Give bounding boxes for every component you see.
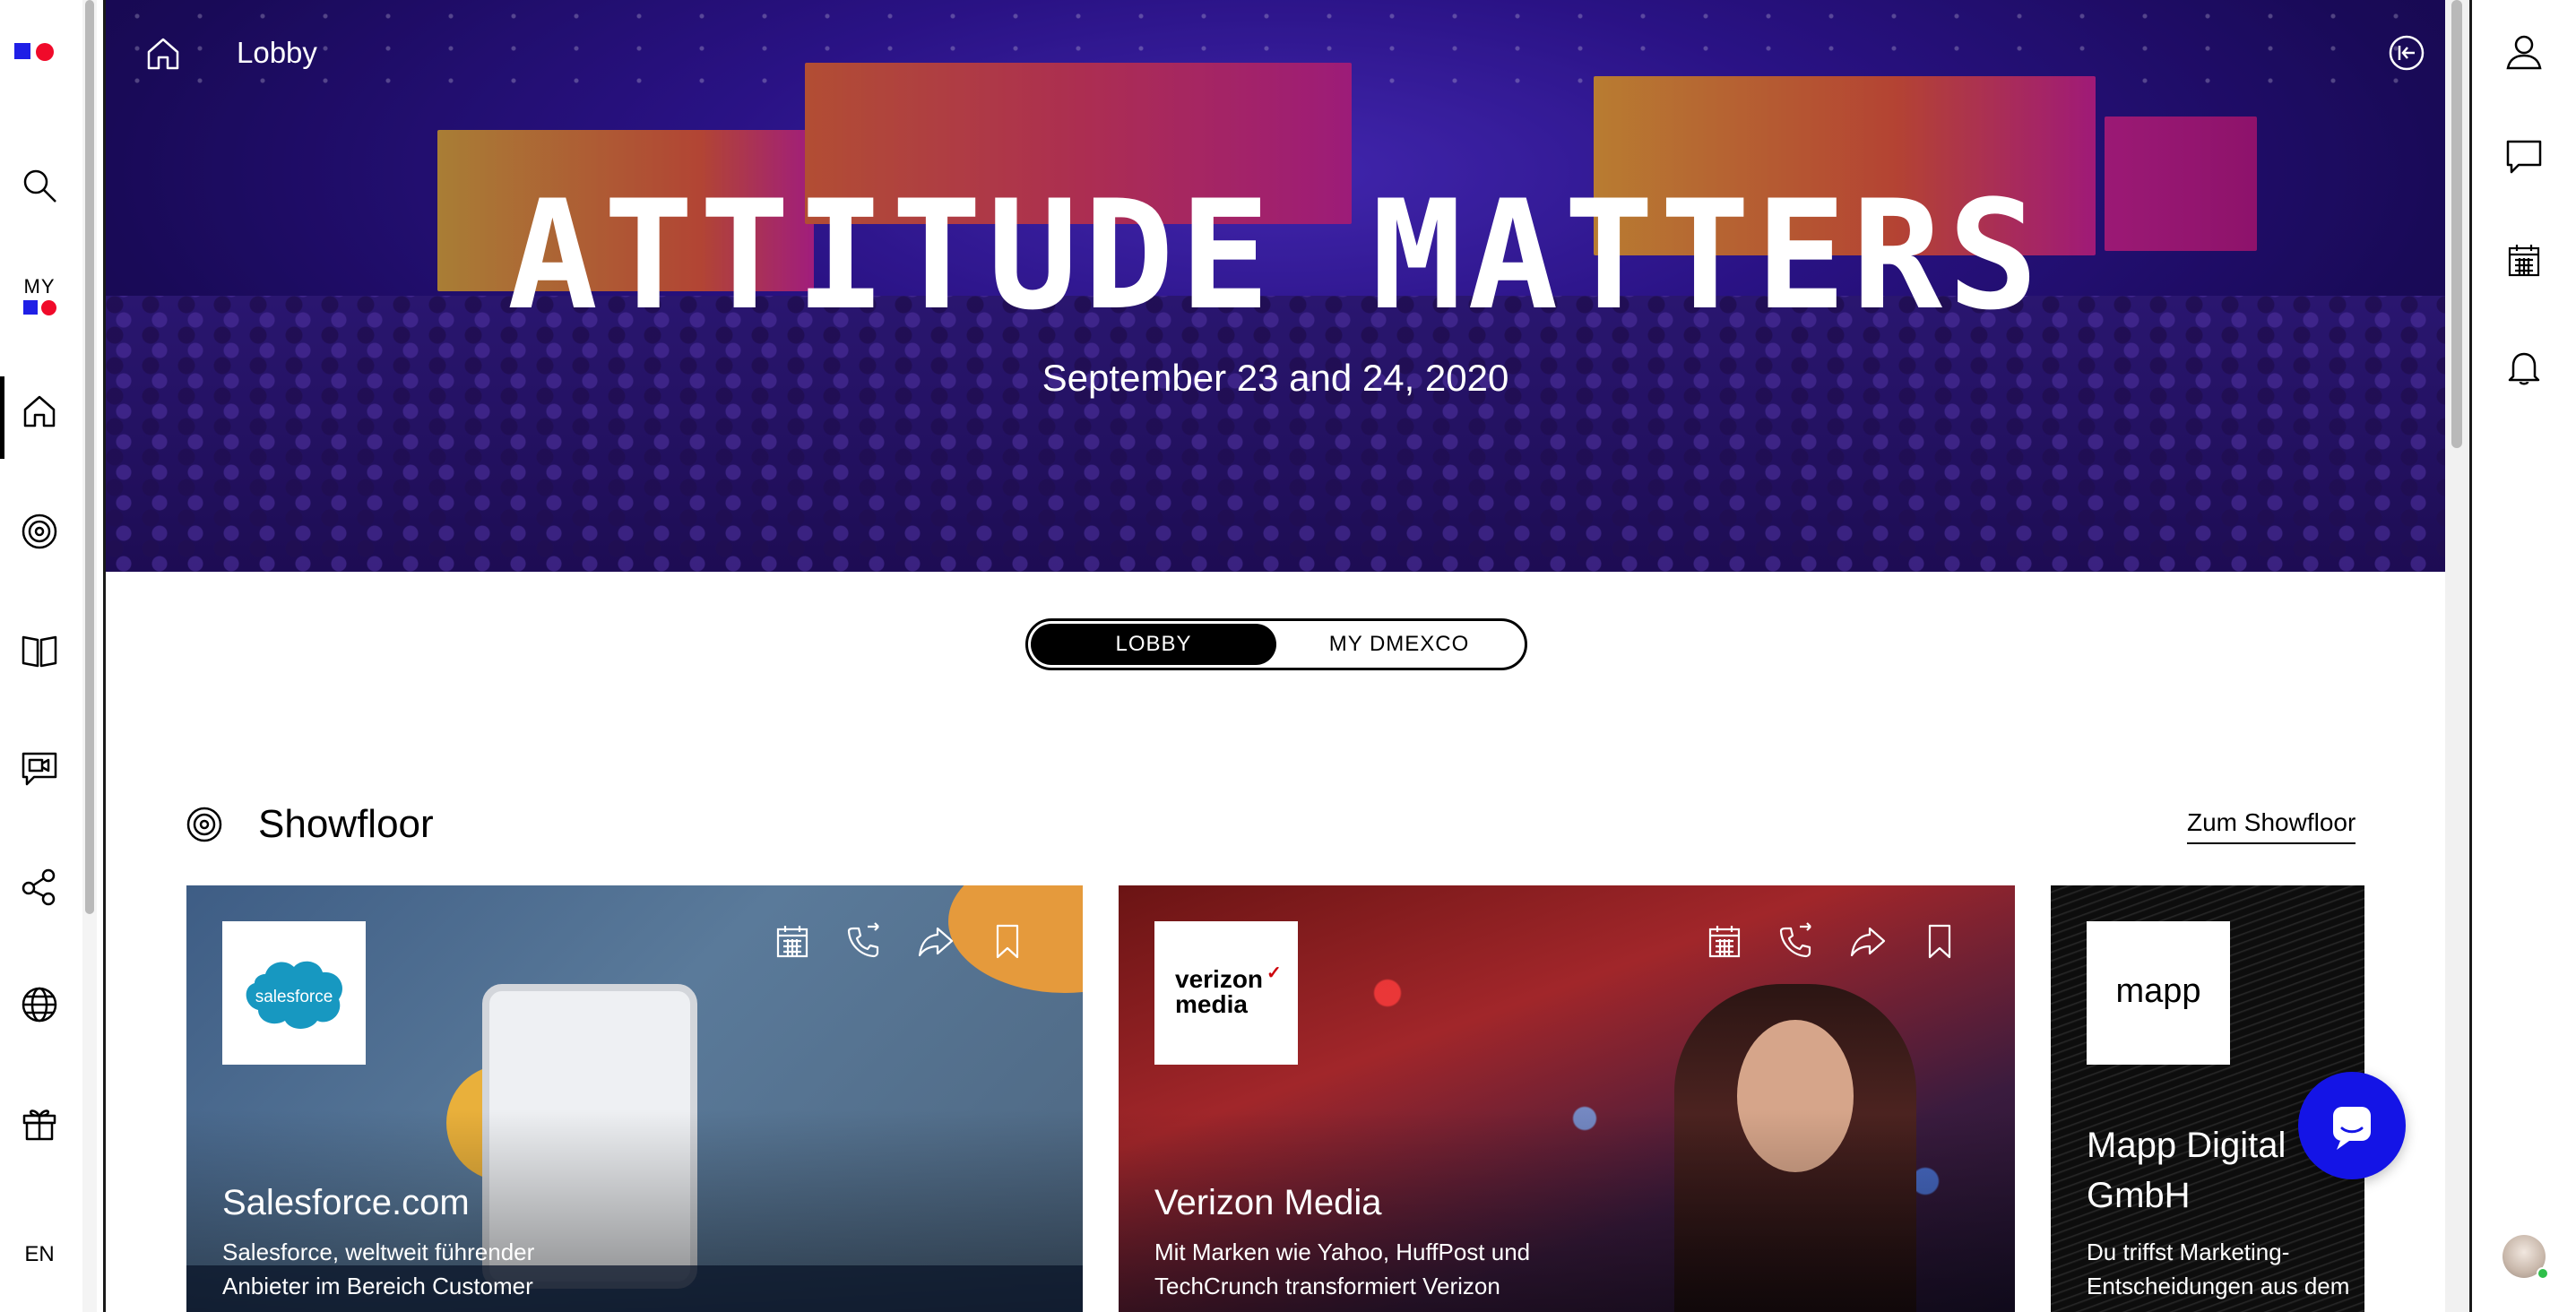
my-label: MY <box>23 274 56 298</box>
calendar-icon[interactable] <box>773 921 812 961</box>
exhibitor-description: Du triffst Marketing-Entscheidungen aus … <box>2087 1239 2350 1299</box>
showfloor-section-header: Showfloor <box>185 798 434 851</box>
main-scrollbar[interactable] <box>2445 0 2468 1312</box>
exhibitor-card-salesforce[interactable]: salesforce Salesforce.com Salesforce, we… <box>186 885 1083 1312</box>
logo-square <box>14 43 30 59</box>
exhibitor-card-verizon-media[interactable]: verizon ✓ media Verizon Media Mit Marken… <box>1119 885 2015 1312</box>
chat-bubble-icon <box>2333 1107 2371 1150</box>
salesforce-logo: salesforce <box>222 921 366 1065</box>
zum-showfloor-link[interactable]: Zum Showfloor <box>2187 808 2356 844</box>
section-title: Showfloor <box>258 802 434 846</box>
verizon-logo-text: verizon <box>1175 965 1263 993</box>
profile-button[interactable] <box>2472 16 2576 88</box>
logo-dot <box>36 43 54 61</box>
hero-banner: Lobby ATTITUDE MATTERS September 23 and … <box>106 0 2445 572</box>
bookmark-icon[interactable] <box>988 921 1027 961</box>
nav-showfloor-button[interactable] <box>0 493 79 570</box>
notifications-icon <box>2508 352 2540 385</box>
showfloor-target-icon <box>22 514 57 549</box>
salesforce-logo-text: salesforce <box>255 988 333 1006</box>
verizon-media-logo: verizon ✓ media <box>1154 921 1298 1065</box>
nav-goodies-button[interactable] <box>0 1084 79 1161</box>
verizon-logo-check: ✓ <box>1266 963 1282 983</box>
messages-button[interactable] <box>2472 120 2576 192</box>
messages-icon <box>2506 140 2542 174</box>
nav-lobby-button[interactable] <box>0 373 79 459</box>
left-scrollbar-thumb[interactable] <box>85 0 94 914</box>
right-utility-rail <box>2472 0 2576 1312</box>
my-dmexco-button[interactable]: MY <box>0 256 79 333</box>
book-icon <box>22 635 57 668</box>
share-icon[interactable] <box>916 921 955 961</box>
gift-icon <box>22 1109 56 1141</box>
showfloor-target-icon <box>186 807 222 842</box>
call-back-icon[interactable] <box>844 921 884 961</box>
collapse-panel-icon[interactable] <box>2388 34 2425 72</box>
event-date: September 23 and 24, 2020 <box>1042 357 1509 399</box>
main-scrollbar-thumb[interactable] <box>2451 0 2462 448</box>
nav-global-button[interactable] <box>0 966 79 1043</box>
dmexco-logo[interactable] <box>14 43 54 61</box>
exhibitor-description: Salesforce, weltweit führender Anbieter … <box>222 1239 535 1299</box>
verizon-logo-media: media <box>1175 990 1248 1018</box>
chat-support-button[interactable] <box>2298 1072 2406 1179</box>
breadcrumb-lobby[interactable]: Lobby <box>237 36 317 70</box>
main-content: Lobby ATTITUDE MATTERS September 23 and … <box>106 0 2445 1312</box>
home-icon <box>23 395 56 427</box>
globe-icon <box>22 987 57 1023</box>
calendar-icon[interactable] <box>1705 921 1744 961</box>
network-icon <box>22 868 56 906</box>
nav-networking-button[interactable] <box>0 848 79 925</box>
calendar-button[interactable] <box>2472 224 2576 296</box>
profile-icon <box>2506 35 2542 70</box>
event-title: ATTITUDE MATTERS <box>506 168 2044 343</box>
language-switch[interactable]: EN <box>0 1242 79 1267</box>
notifications-button[interactable] <box>2472 332 2576 403</box>
search-icon <box>23 169 56 203</box>
card-actions <box>1705 921 1959 961</box>
left-scrollbar[interactable] <box>82 0 97 1312</box>
user-avatar[interactable] <box>2503 1235 2549 1280</box>
toggle-my-dmexco[interactable]: MY DMEXCO <box>1276 624 1522 665</box>
mapp-logo-text: mapp <box>2115 972 2200 1010</box>
breadcrumb-home-icon[interactable] <box>143 34 183 73</box>
nav-program-button[interactable] <box>0 611 79 688</box>
toggle-lobby[interactable]: LOBBY <box>1031 624 1276 665</box>
left-navigation-rail: MY EN <box>0 0 79 1312</box>
call-back-icon[interactable] <box>1776 921 1816 961</box>
nav-sessions-button[interactable] <box>0 729 79 807</box>
online-status-dot <box>2537 1267 2549 1280</box>
exhibitor-description: Mit Marken wie Yahoo, HuffPost und TechC… <box>1154 1239 1531 1299</box>
search-button[interactable] <box>0 147 79 224</box>
view-toggle: LOBBY MY DMEXCO <box>1025 618 1527 670</box>
exhibitor-name: Verizon Media <box>1154 1183 1382 1222</box>
mapp-logo: mapp <box>2087 921 2230 1065</box>
bookmark-icon[interactable] <box>1920 921 1959 961</box>
share-icon[interactable] <box>1848 921 1888 961</box>
card-actions <box>773 921 1027 961</box>
exhibitor-name: Salesforce.com <box>222 1183 470 1222</box>
calendar-icon <box>2508 245 2540 277</box>
my-dmexco-icon: MY <box>22 274 56 315</box>
video-chat-icon <box>22 752 57 786</box>
